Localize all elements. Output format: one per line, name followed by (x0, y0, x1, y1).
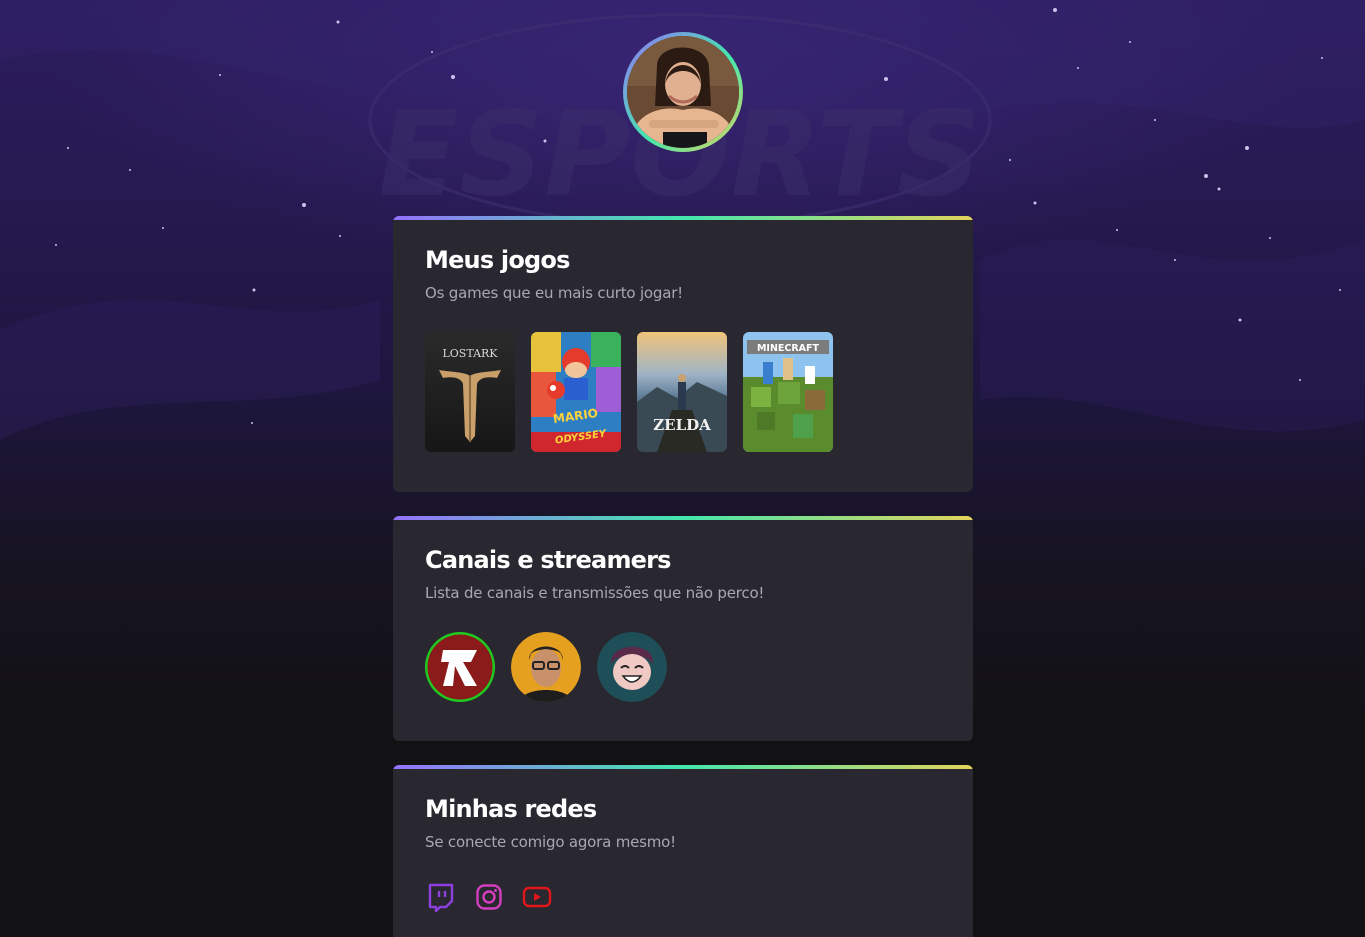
socials-title: Minhas redes (425, 795, 597, 823)
svg-text:MINECRAFT: MINECRAFT (757, 343, 820, 354)
channel-avatar-cartoon[interactable] (597, 632, 667, 702)
game-cover-mario-odyssey[interactable]: MARIO ODYSSEY (531, 332, 621, 452)
youtube-icon (522, 886, 552, 908)
channels-subtitle: Lista de canais e transmissões que não p… (425, 584, 765, 602)
svg-text:ZELDA: ZELDA (653, 416, 711, 434)
user-avatar-photo (627, 36, 739, 148)
channels-card: Canais e streamers Lista de canais e tra… (393, 516, 973, 741)
socials-list (425, 881, 553, 913)
games-card: Meus jogos Os games que eu mais curto jo… (393, 216, 973, 492)
instagram-link[interactable] (473, 881, 505, 913)
twitch-link[interactable] (425, 881, 457, 913)
channels-title: Canais e streamers (425, 546, 671, 574)
youtube-link[interactable] (521, 881, 553, 913)
socials-subtitle: Se conecte comigo agora mesmo! (425, 833, 676, 851)
games-list: LOSTARK MARIO ODYSSEY ZELDA MINECRAFT (425, 332, 833, 452)
games-subtitle: Os games que eu mais curto jogar! (425, 284, 683, 302)
profile-avatar (623, 32, 743, 152)
game-cover-zelda[interactable]: ZELDA (637, 332, 727, 452)
twitch-icon (428, 883, 454, 912)
game-cover-lost-ark[interactable]: LOSTARK (425, 332, 515, 452)
game-cover-minecraft[interactable]: MINECRAFT (743, 332, 833, 452)
channels-list (425, 632, 667, 702)
channel-avatar-r[interactable] (425, 632, 495, 702)
socials-card: Minhas redes Se conecte comigo agora mes… (393, 765, 973, 937)
channel-avatar-man-glasses[interactable] (511, 632, 581, 702)
svg-text:LOSTARK: LOSTARK (442, 347, 498, 360)
games-title: Meus jogos (425, 246, 570, 274)
instagram-icon (476, 884, 502, 910)
